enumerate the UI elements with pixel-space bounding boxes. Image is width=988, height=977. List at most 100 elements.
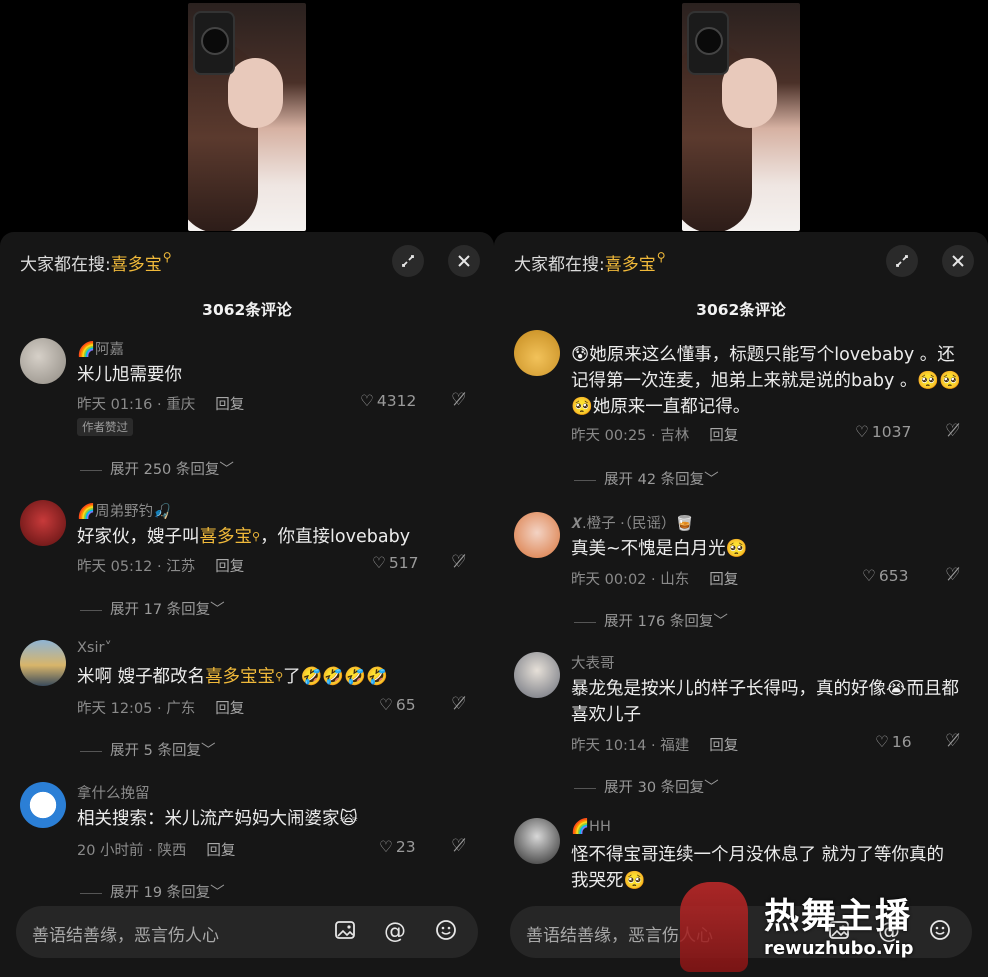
emoji-icon[interactable] [435,919,457,947]
comment-text: 米儿旭需要你 [77,365,182,385]
expand-icon [896,255,908,267]
avatar[interactable] [514,330,560,376]
comment-text: 😰她原来这么懂事，标题只能写个lovebaby 。还记得第一次连麦，旭弟上来就是… [571,345,961,417]
like-button[interactable]: ♡ 23 [379,838,416,856]
reply-button[interactable]: 回复 [215,397,244,413]
avatar[interactable] [514,818,560,864]
comment-meta: 昨天 10:14 · 福建 回复 [571,738,739,754]
reply-button[interactable]: 回复 [709,738,738,754]
heart-icon: ♡ [379,696,393,714]
watermark-url: rewuzhubo.vip [764,938,914,959]
watermark-logo-icon [680,882,748,972]
comment-text: 相关搜索：米儿流产妈妈大闹婆家🙀 [77,809,358,829]
comment-username[interactable]: 大表哥 [571,652,615,673]
expand-replies[interactable]: 展开 17 条回复﹀ [80,598,225,619]
comment-meta: 昨天 01:16 · 重庆 回复 [77,397,245,413]
comment-username[interactable]: 🌈周弟野钓🎣 [77,500,171,521]
watermark: 热舞主播 rewuzhubo.vip [680,882,980,972]
avatar[interactable] [514,652,560,698]
comment-username[interactable]: 拿什么挽留 [77,782,150,803]
reply-button[interactable]: 回复 [206,843,235,859]
watermark-title: 热舞主播 [764,897,913,937]
close-button[interactable] [448,245,480,277]
comment-meta: 昨天 00:02 · 山东 回复 [571,572,739,588]
reply-button[interactable]: 回复 [215,701,244,717]
chevron-down-icon: ﹀ [210,602,225,618]
expand-icon [402,255,414,267]
thumbnail-face [228,58,283,128]
reply-button[interactable]: 回复 [709,428,738,444]
close-button[interactable] [942,245,974,277]
comment-count: 3062条评论 [202,301,292,319]
like-count: 16 [891,733,912,751]
comment-meta: 昨天 05:12 · 江苏 回复 [77,559,245,575]
dislike-icon[interactable]: ♡̸ [451,390,466,410]
dislike-icon[interactable]: ♡̸ [451,694,466,714]
comment-username[interactable]: 🌈HH [571,818,611,835]
chevron-down-icon: ﹀ [200,743,216,759]
close-icon [952,255,964,267]
dislike-icon[interactable]: ♡̸ [945,565,960,585]
comment-panel-left: 大家都在搜:喜多宝⚲ 3062条评论 🌈阿嘉 米儿旭需要你 昨天 01:16 ·… [0,232,494,977]
avatar[interactable] [20,640,66,686]
expand-replies[interactable]: 展开 5 条回复﹀ [80,739,215,760]
reply-button[interactable]: 回复 [709,572,738,588]
at-mention-icon[interactable]: @ [384,919,406,944]
search-icon: ⚲ [162,250,172,264]
search-term[interactable]: 喜多宝 [111,255,162,275]
like-count: 517 [388,554,419,572]
like-button[interactable]: ♡ 653 [862,567,909,585]
like-count: 65 [395,696,416,714]
expand-button[interactable] [392,245,424,277]
chevron-down-icon: ﹀ [210,885,225,901]
like-count: 23 [395,838,416,856]
heart-icon: ♡ [360,392,374,410]
comment-text: 真美~不愧是白月光🥺 [571,539,748,559]
like-button[interactable]: ♡ 16 [875,733,912,751]
dislike-icon[interactable]: ♡̸ [451,836,466,856]
expand-replies[interactable]: 展开 30 条回复﹀ [574,776,719,797]
heart-icon: ♡ [379,838,393,856]
close-icon [458,255,470,267]
chevron-down-icon: ﹀ [713,614,728,630]
search-term[interactable]: 喜多宝 [605,255,656,275]
comment-meta: 20 小时前 · 陕西 回复 [77,843,236,859]
avatar[interactable] [514,512,560,558]
like-button[interactable]: ♡ 1037 [855,423,911,441]
chevron-down-icon: ﹀ [704,472,719,488]
comment-text: 暴龙兔是按米儿的样子长得吗，真的好像😭而且都喜欢儿子 [571,679,959,725]
trending-search[interactable]: 大家都在搜:喜多宝⚲ [20,250,172,275]
like-count: 1037 [871,423,912,441]
avatar[interactable] [20,782,66,828]
reply-button[interactable]: 回复 [215,559,244,575]
avatar[interactable] [20,500,66,546]
like-count: 653 [878,567,909,585]
expand-replies[interactable]: 展开 250 条回复﹀ [80,458,234,479]
comment-input-placeholder: 善语结善缘，恶言伤人心 [32,926,219,946]
expand-replies[interactable]: 展开 42 条回复﹀ [574,468,719,489]
comment-text: 米啊 嫂子都改名喜多宝宝⚲了🤣🤣🤣🤣 [77,667,388,687]
dislike-icon[interactable]: ♡̸ [945,421,960,441]
chevron-down-icon: ﹀ [704,780,719,796]
video-thumbnail[interactable] [188,3,306,231]
heart-icon: ♡ [875,733,889,751]
like-button[interactable]: ♡ 4312 [360,392,416,410]
like-button[interactable]: ♡ 65 [379,696,416,714]
avatar[interactable] [20,338,66,384]
expand-button[interactable] [886,245,918,277]
like-button[interactable]: ♡ 517 [372,554,419,572]
dislike-icon[interactable]: ♡̸ [945,731,960,751]
trending-search[interactable]: 大家都在搜:喜多宝⚲ [514,250,666,275]
comment-username[interactable]: 𝑿.橙子 ·（民谣）🥃 [571,512,694,533]
comment-input[interactable]: 善语结善缘，恶言伤人心 @ [16,906,478,958]
expand-replies[interactable]: 展开 176 条回复﹀ [574,610,728,631]
video-thumbnail[interactable] [682,3,800,231]
comment-username[interactable]: Xsir˅ [77,640,112,656]
expand-replies[interactable]: 展开 19 条回复﹀ [80,881,225,902]
author-liked-badge: 作者赞过 [77,418,133,436]
comment-username[interactable]: 🌈阿嘉 [77,338,124,359]
thumbnail-camera [193,11,235,75]
dislike-icon[interactable]: ♡̸ [451,552,466,572]
image-icon[interactable] [334,919,356,947]
like-count: 4312 [376,392,417,410]
